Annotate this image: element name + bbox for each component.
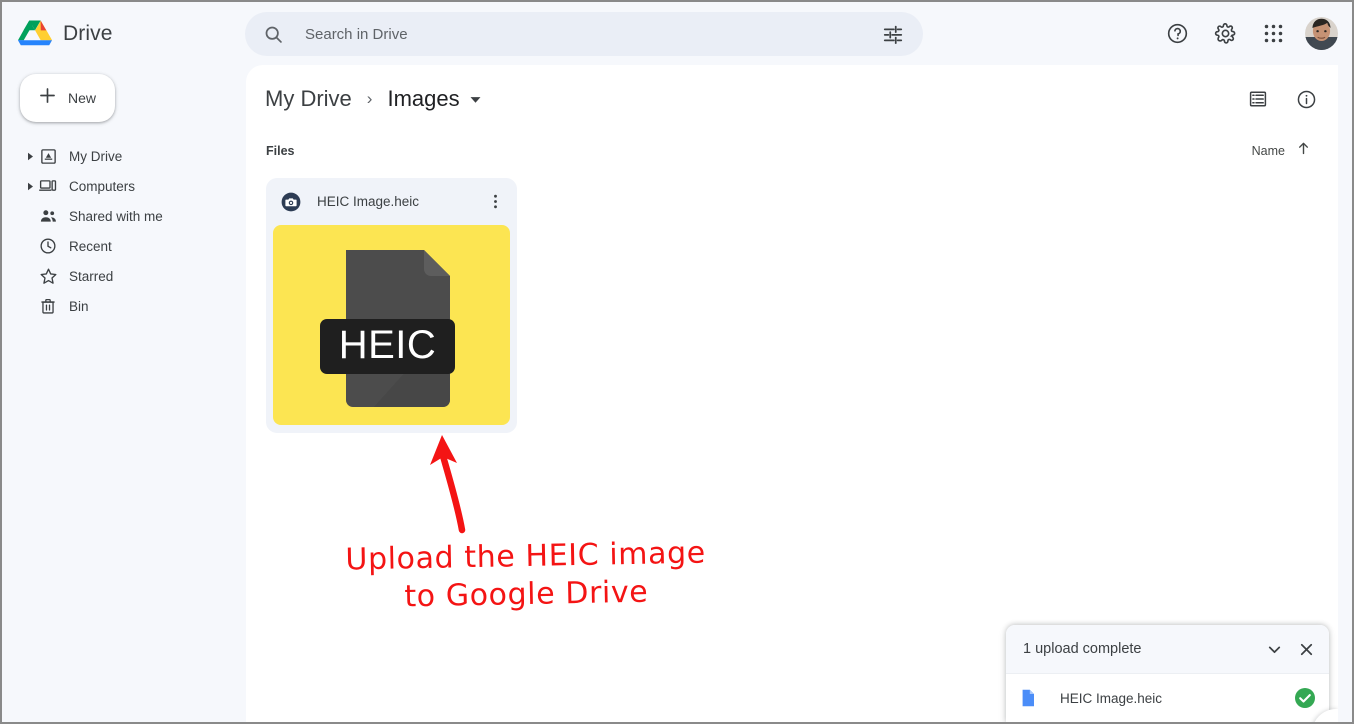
photo-camera-icon (281, 192, 301, 212)
drive-app-window: Drive (0, 0, 1354, 724)
check-circle-icon (1294, 687, 1316, 709)
info-icon[interactable] (1286, 79, 1326, 119)
main-content-panel: My Drive › Images (246, 65, 1338, 722)
annotation-line-1: Upload the HEIC image (285, 533, 766, 581)
apps-grid-icon[interactable] (1253, 14, 1293, 54)
file-card-title: HEIC Image.heic (317, 194, 482, 209)
upload-toast: 1 upload complete (1006, 625, 1329, 722)
sidebar-label: Starred (69, 269, 113, 284)
upload-toast-row[interactable]: HEIC Image.heic (1006, 674, 1329, 722)
sidebar: New My Drive (2, 65, 245, 722)
plus-icon (37, 85, 58, 111)
sidebar-label: Recent (69, 239, 112, 254)
sidebar-item-recent[interactable]: Recent (2, 231, 245, 261)
sidebar-item-starred[interactable]: Starred (2, 261, 245, 291)
sidebar-label: Shared with me (69, 209, 163, 224)
files-grid: HEIC Image.heic HEIC (246, 169, 1338, 433)
sort-control[interactable]: Name (1252, 141, 1311, 161)
breadcrumb-my-drive[interactable]: My Drive (265, 86, 352, 112)
annotation-line-2: to Google Drive (286, 572, 767, 620)
file-thumbnail: HEIC (273, 225, 510, 425)
help-icon[interactable] (1157, 14, 1197, 54)
sidebar-nav: My Drive Computers (2, 141, 245, 321)
upload-toast-title: 1 upload complete (1023, 641, 1258, 657)
files-label: Files (266, 144, 295, 158)
avatar[interactable] (1305, 17, 1338, 50)
breadcrumb-separator: › (367, 89, 373, 109)
new-button[interactable]: New (20, 74, 115, 122)
sidebar-item-shared-with-me[interactable]: Shared with me (2, 201, 245, 231)
files-section-header: Files Name (246, 133, 1338, 169)
chevron-down-icon[interactable] (1258, 633, 1290, 665)
list-view-icon[interactable] (1238, 79, 1278, 119)
trash-icon (38, 296, 58, 316)
star-icon (38, 266, 58, 286)
arrow-up-icon (1296, 141, 1311, 161)
my-drive-icon (38, 146, 58, 166)
sidebar-label: Computers (69, 179, 135, 194)
file-thumbnail-frame: HEIC (273, 225, 510, 425)
search-bar[interactable] (245, 12, 923, 56)
sidebar-item-computers[interactable]: Computers (2, 171, 245, 201)
sidebar-label: My Drive (69, 149, 122, 164)
google-drive-logo-icon (18, 19, 52, 49)
expand-caret-icon[interactable] (26, 182, 34, 191)
top-bar: Drive (2, 2, 1352, 65)
top-bar-actions (1157, 2, 1338, 65)
more-vert-icon[interactable] (482, 189, 508, 215)
sidebar-item-my-drive[interactable]: My Drive (2, 141, 245, 171)
file-doc-icon (1018, 688, 1038, 708)
file-card-header: HEIC Image.heic (266, 178, 517, 225)
breadcrumb-images[interactable]: Images (387, 86, 459, 112)
clock-icon (38, 236, 58, 256)
search-icon (263, 24, 284, 45)
brand-area[interactable]: Drive (2, 19, 217, 49)
upload-toast-header: 1 upload complete (1006, 625, 1329, 674)
file-card[interactable]: HEIC Image.heic HEIC (266, 178, 517, 433)
new-button-label: New (68, 90, 96, 106)
search-input[interactable] (305, 26, 871, 43)
annotation-text: Upload the HEIC image to Google Drive (285, 533, 766, 619)
svg-text:HEIC: HEIC (338, 323, 436, 367)
computers-icon (38, 176, 58, 196)
sidebar-label: Bin (69, 299, 89, 314)
sidebar-item-bin[interactable]: Bin (2, 291, 245, 321)
breadcrumb: My Drive › Images (246, 65, 1338, 133)
close-icon[interactable] (1290, 633, 1322, 665)
shared-with-me-icon (38, 206, 58, 226)
tune-filter-icon[interactable] (871, 12, 915, 56)
sort-label: Name (1252, 144, 1285, 158)
brand-name: Drive (63, 22, 113, 46)
upload-toast-file-name: HEIC Image.heic (1060, 691, 1294, 706)
gear-icon[interactable] (1205, 14, 1245, 54)
expand-caret-icon[interactable] (26, 152, 34, 161)
view-actions (1238, 65, 1326, 133)
chevron-down-icon[interactable] (469, 93, 482, 106)
